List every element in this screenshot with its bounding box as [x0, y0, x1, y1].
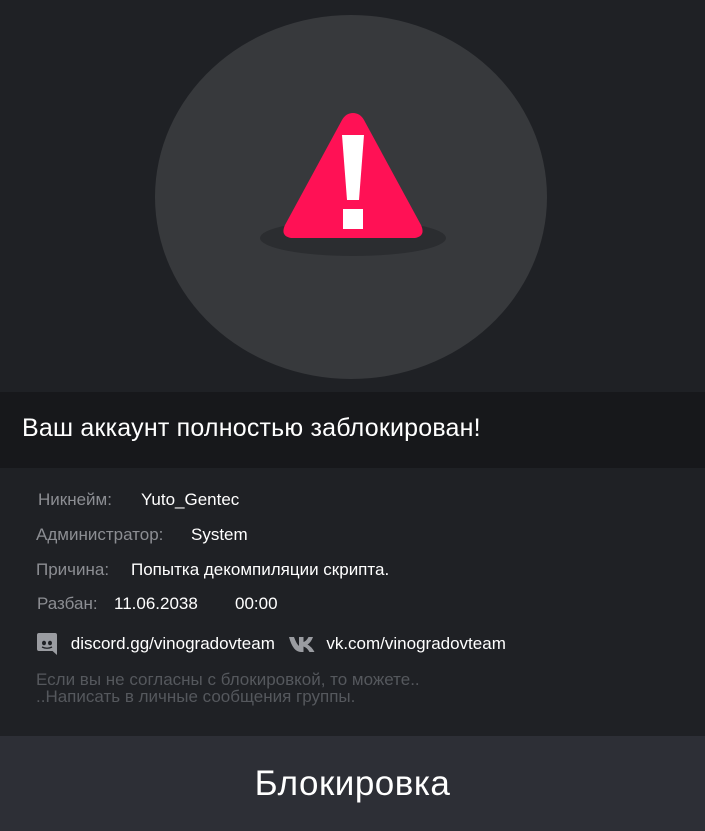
reason-label: Причина: — [36, 560, 110, 579]
ban-title: Ваш аккаунт полностью заблокирован! — [22, 414, 481, 442]
nickname-label: Никнейм: — [38, 490, 112, 509]
vk-link[interactable]: vk.com/vinogradovteam — [326, 634, 506, 654]
appeal-note: Если вы не согласны с блокировкой, то мо… — [36, 671, 596, 705]
discord-link[interactable]: discord.gg/vinogradovteam — [71, 634, 275, 654]
unban-date: 11.06.2038 — [114, 594, 198, 613]
vk-icon — [288, 637, 315, 652]
nickname-value: Yuto_Gentec — [141, 490, 240, 509]
ban-title-bar: Ваш аккаунт полностью заблокирован! — [0, 392, 705, 468]
appeal-line-1: Если вы не согласны с блокировкой, то мо… — [36, 670, 420, 689]
ban-details: Никнейм: Yuto_Gentec Администратор: Syst… — [0, 468, 705, 736]
warning-triangle-icon — [260, 113, 446, 256]
admin-value: System — [191, 525, 248, 544]
warning-hero — [0, 0, 705, 390]
footer-bar: Блокировка — [0, 736, 705, 831]
reason-value: Попытка декомпиляции скрипта. — [131, 560, 390, 579]
block-button[interactable]: Блокировка — [0, 736, 705, 831]
unban-time: 00:00 — [235, 594, 278, 613]
unban-label: Разбан: — [37, 594, 98, 613]
discord-icon — [37, 633, 57, 655]
admin-label: Администратор: — [36, 525, 164, 544]
contact-links: discord.gg/vinogradovteam vk.com/vinogra… — [36, 632, 506, 658]
appeal-line-2: ..Написать в личные сообщения группы. — [36, 687, 356, 706]
